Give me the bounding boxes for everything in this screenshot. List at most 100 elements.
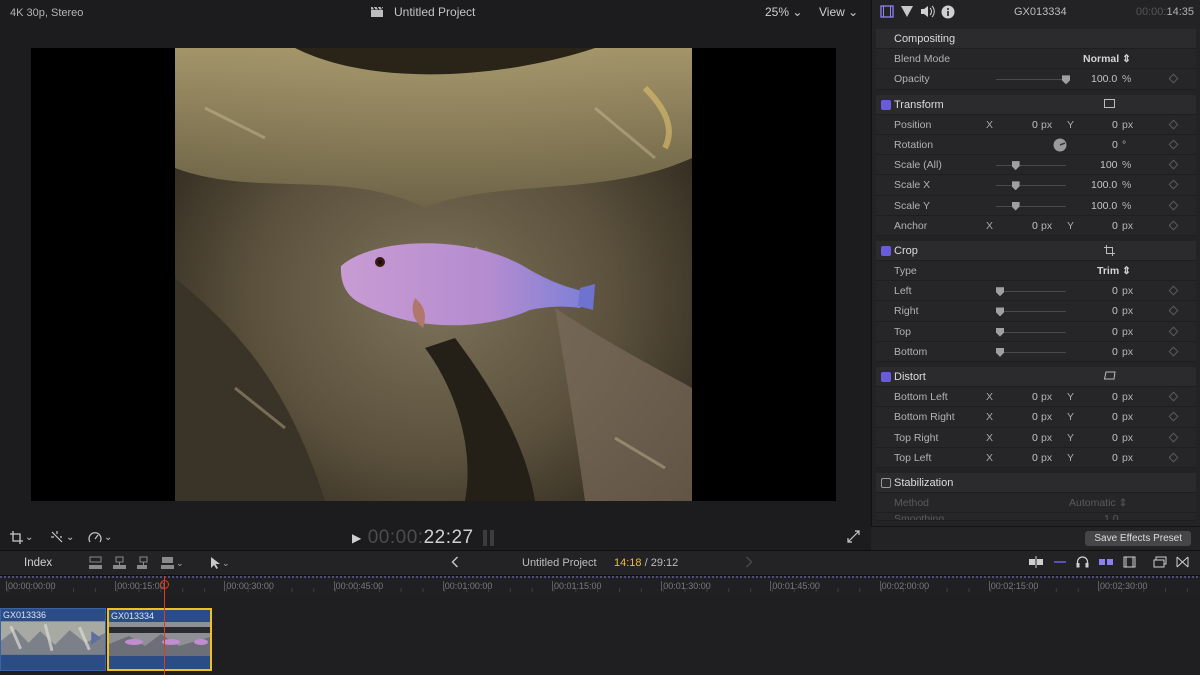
crop-right-slider[interactable] bbox=[996, 307, 1066, 317]
anchor-y-value[interactable]: 0 bbox=[1112, 220, 1118, 232]
keyframe-icon[interactable] bbox=[1168, 346, 1179, 357]
top-right-x-value[interactable]: 0 bbox=[1032, 432, 1038, 444]
back-arrow-icon[interactable] bbox=[451, 556, 459, 568]
audio-inspector-icon[interactable] bbox=[920, 5, 935, 19]
onscreen-crop-icon[interactable] bbox=[1104, 244, 1115, 256]
scale-all-value[interactable]: 100 bbox=[1100, 159, 1118, 171]
position-y-value[interactable]: 0 bbox=[1112, 119, 1118, 131]
crop-right-value[interactable]: 0 bbox=[1112, 305, 1118, 317]
transform-tool-menu[interactable]: ⌄ bbox=[50, 529, 74, 545]
transform-section[interactable]: Transform bbox=[876, 94, 1196, 115]
scale-all-slider[interactable] bbox=[996, 161, 1066, 171]
scale-x-value[interactable]: 100.0 bbox=[1091, 179, 1117, 191]
crop-bottom-knob[interactable] bbox=[996, 347, 1004, 357]
stabilization-checkbox[interactable] bbox=[881, 477, 891, 488]
crop-section[interactable]: Crop bbox=[876, 240, 1196, 262]
blend-mode-popup[interactable]: Normal ⇕ bbox=[1083, 53, 1131, 65]
keyframe-icon[interactable] bbox=[1168, 139, 1179, 150]
distort-section[interactable]: Distort bbox=[876, 367, 1196, 388]
transitions-browser-icon[interactable] bbox=[1176, 556, 1189, 568]
keyframe-icon[interactable] bbox=[1168, 452, 1179, 463]
compositing-section[interactable]: Compositing bbox=[876, 29, 1196, 50]
keyframe-icon[interactable] bbox=[1168, 391, 1179, 402]
smoothing-value[interactable]: 1.0 bbox=[1104, 513, 1119, 520]
effects-browser-icon[interactable] bbox=[1153, 556, 1167, 568]
crop-type-popup[interactable]: Trim ⇕ bbox=[1097, 265, 1131, 277]
scale-y-knob[interactable] bbox=[1011, 201, 1020, 211]
keyframe-icon[interactable] bbox=[1168, 73, 1179, 84]
crop-top-value[interactable]: 0 bbox=[1112, 326, 1118, 338]
timeline-clip-selected[interactable]: GX013334 bbox=[107, 608, 212, 671]
playhead-handle[interactable] bbox=[160, 580, 169, 589]
playhead[interactable] bbox=[160, 576, 169, 675]
save-effects-preset-button[interactable]: Save Effects Preset bbox=[1085, 531, 1191, 546]
scale-y-slider[interactable] bbox=[996, 201, 1066, 211]
onscreen-distort-icon[interactable] bbox=[1104, 371, 1116, 380]
timeline-ruler[interactable]: 00:00:00:00 00:00:15:00 00:00:30:00 00:00:4… bbox=[0, 576, 1200, 596]
scale-x-slider[interactable] bbox=[996, 181, 1066, 191]
stabilization-section[interactable]: Stabilization bbox=[876, 472, 1196, 494]
crop-right-knob[interactable] bbox=[996, 307, 1004, 317]
timeline-clip[interactable]: GX013336 bbox=[0, 608, 106, 671]
video-inspector-icon[interactable] bbox=[880, 5, 894, 19]
onscreen-transform-icon[interactable] bbox=[1104, 98, 1115, 108]
select-tool-menu[interactable]: ⌄ bbox=[210, 556, 230, 570]
bottom-left-y-value[interactable]: 0 bbox=[1112, 391, 1118, 403]
overwrite-clip-icon[interactable]: ⌄ bbox=[160, 556, 184, 570]
bottom-right-x-value[interactable]: 0 bbox=[1032, 411, 1038, 423]
opacity-knob[interactable] bbox=[1062, 75, 1070, 85]
keyframe-icon[interactable] bbox=[1168, 411, 1179, 422]
transform-checkbox[interactable] bbox=[881, 99, 891, 110]
bottom-right-y-value[interactable]: 0 bbox=[1112, 411, 1118, 423]
keyframe-icon[interactable] bbox=[1168, 285, 1179, 296]
forward-arrow-icon[interactable] bbox=[745, 556, 753, 568]
crop-checkbox[interactable] bbox=[881, 245, 891, 256]
crop-bottom-value[interactable]: 0 bbox=[1112, 346, 1118, 358]
opacity-slider[interactable] bbox=[996, 75, 1070, 85]
zoom-menu[interactable]: 25% ⌄ bbox=[765, 5, 802, 19]
scale-y-value[interactable]: 100.0 bbox=[1091, 200, 1117, 212]
insert-clip-icon[interactable] bbox=[112, 556, 127, 570]
audio-skimming-icon[interactable] bbox=[1053, 556, 1067, 568]
keyframe-icon[interactable] bbox=[1168, 119, 1179, 130]
append-clip-icon[interactable] bbox=[136, 556, 151, 570]
color-inspector-icon[interactable] bbox=[900, 5, 914, 19]
crop-top-knob[interactable] bbox=[996, 327, 1004, 337]
crop-left-knob[interactable] bbox=[996, 287, 1004, 297]
fullscreen-icon[interactable] bbox=[847, 530, 860, 543]
keyframe-icon[interactable] bbox=[1168, 305, 1179, 316]
index-button[interactable]: Index bbox=[24, 557, 52, 569]
crop-left-slider[interactable] bbox=[996, 287, 1066, 297]
view-menu[interactable]: View ⌄ bbox=[819, 5, 858, 19]
connect-clip-icon[interactable] bbox=[88, 556, 103, 570]
keyframe-icon[interactable] bbox=[1168, 179, 1179, 190]
timeline[interactable]: 00:00:00:00 00:00:15:00 00:00:30:00 00:00:4… bbox=[0, 576, 1200, 675]
info-icon[interactable] bbox=[941, 5, 955, 19]
crop-tool-menu[interactable]: ⌄ bbox=[10, 529, 33, 545]
scale-all-knob[interactable] bbox=[1011, 161, 1020, 171]
anchor-x-value[interactable]: 0 bbox=[1032, 220, 1038, 232]
top-left-y-value[interactable]: 0 bbox=[1112, 452, 1118, 464]
top-left-x-value[interactable]: 0 bbox=[1032, 452, 1038, 464]
keyframe-icon[interactable] bbox=[1168, 200, 1179, 210]
opacity-value[interactable]: 100.0 bbox=[1091, 73, 1117, 85]
headphones-icon[interactable] bbox=[1076, 556, 1089, 568]
crop-left-value[interactable]: 0 bbox=[1112, 285, 1118, 297]
video-frame[interactable] bbox=[175, 48, 692, 501]
play-icon[interactable]: ▶ bbox=[352, 531, 362, 545]
skimming-icon[interactable] bbox=[1028, 556, 1044, 568]
keyframe-icon[interactable] bbox=[1168, 159, 1179, 170]
position-x-value[interactable]: 0 bbox=[1032, 119, 1038, 131]
distort-checkbox[interactable] bbox=[881, 372, 891, 382]
snapping-icon[interactable] bbox=[1098, 556, 1114, 568]
crop-bottom-slider[interactable] bbox=[996, 347, 1066, 357]
bottom-left-x-value[interactable]: 0 bbox=[1032, 391, 1038, 403]
keyframe-icon[interactable] bbox=[1168, 326, 1179, 337]
crop-top-slider[interactable] bbox=[996, 327, 1066, 337]
method-popup[interactable]: Automatic ⇕ bbox=[1069, 497, 1127, 509]
keyframe-icon[interactable] bbox=[1168, 220, 1179, 231]
rotation-dial-icon[interactable] bbox=[1053, 138, 1067, 152]
speed-tool-menu[interactable]: ⌄ bbox=[88, 529, 112, 545]
keyframe-icon[interactable] bbox=[1168, 432, 1179, 443]
scale-x-knob[interactable] bbox=[1011, 181, 1020, 191]
